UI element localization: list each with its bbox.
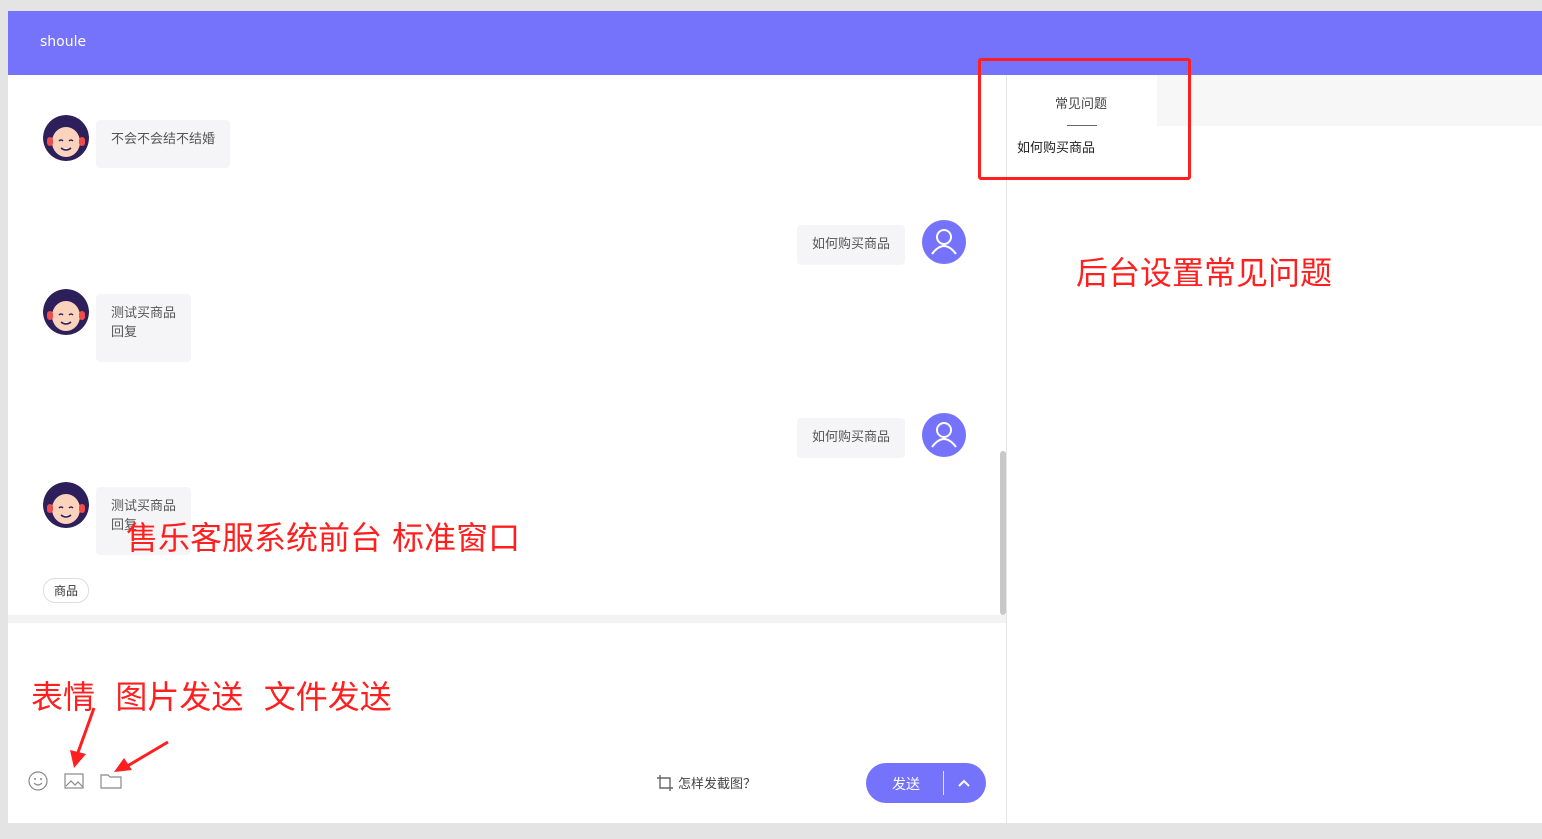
annotation-arrows [70, 707, 169, 772]
